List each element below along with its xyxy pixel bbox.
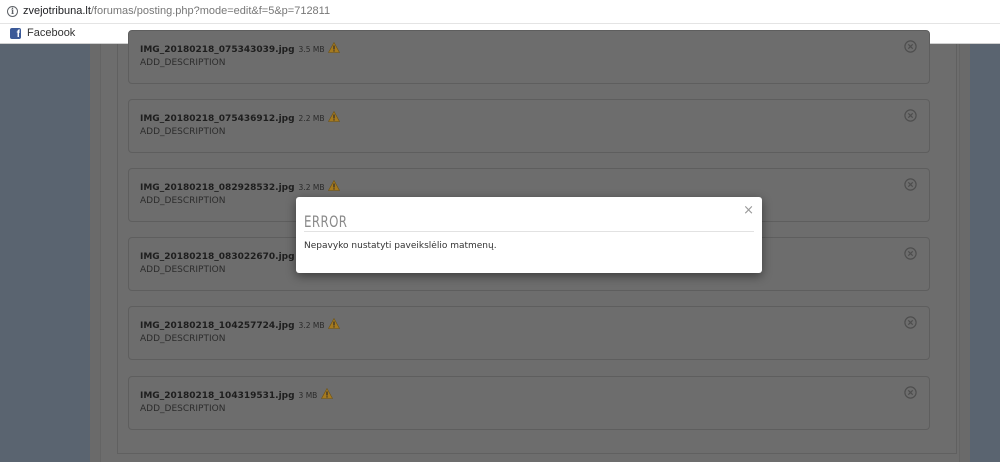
attachment-filename: IMG_20180218_083022670.jpg bbox=[140, 252, 295, 262]
bookmark-facebook[interactable]: Facebook bbox=[27, 27, 75, 39]
attachment-filename: IMG_20180218_075436912.jpg bbox=[140, 114, 295, 124]
attachment-size: 2.2 MB bbox=[298, 114, 325, 123]
warning-icon bbox=[328, 179, 341, 191]
warning-icon bbox=[328, 41, 341, 53]
attachment-filename: IMG_20180218_075343039.jpg bbox=[140, 45, 295, 55]
url-text[interactable]: zvejotribuna.lt/forumas/posting.php?mode… bbox=[23, 5, 330, 17]
remove-icon[interactable] bbox=[904, 316, 917, 329]
attachment-item: IMG_20180218_075436912.jpg 2.2 MB ADD_DESC… bbox=[128, 99, 930, 153]
close-icon[interactable]: × bbox=[743, 203, 754, 218]
remove-icon[interactable] bbox=[904, 247, 917, 260]
attachment-filename-row: IMG_20180218_075436912.jpg 2.2 MB bbox=[140, 110, 341, 124]
dialog-title: ERROR bbox=[304, 212, 348, 231]
error-dialog: ERROR × Nepavyko nustatyti paveikslėlio … bbox=[296, 197, 762, 273]
address-bar[interactable]: i zvejotribuna.lt/forumas/posting.php?mo… bbox=[0, 0, 1000, 24]
attachment-filename-row: IMG_20180218_104257724.jpg 3.2 MB bbox=[140, 317, 341, 331]
page-sidebar-right bbox=[970, 44, 1000, 462]
remove-icon[interactable] bbox=[904, 40, 917, 53]
url-host: zvejotribuna.lt bbox=[23, 5, 91, 17]
page-sidebar-left bbox=[0, 44, 90, 462]
dialog-message: Nepavyko nustatyti paveikslėlio matmenų. bbox=[304, 241, 497, 251]
attachment-item: IMG_20180218_104257724.jpg 3.2 MB ADD_DESC… bbox=[128, 306, 930, 360]
attachment-size: 3.2 MB bbox=[298, 321, 325, 330]
attachment-description[interactable]: ADD_DESCRIPTION bbox=[140, 196, 225, 206]
attachment-filename-row: IMG_20180218_104319531.jpg 3 MB bbox=[140, 387, 334, 401]
dialog-divider bbox=[304, 231, 754, 232]
facebook-icon: f bbox=[10, 28, 21, 39]
url-path: /forumas/posting.php?mode=edit&f=5&p=712… bbox=[90, 5, 331, 17]
attachment-description[interactable]: ADD_DESCRIPTION bbox=[140, 404, 225, 414]
warning-icon bbox=[321, 387, 334, 399]
attachment-size: 3.5 MB bbox=[298, 45, 325, 54]
warning-icon bbox=[328, 110, 341, 122]
attachment-filename-row: IMG_20180218_082928532.jpg 3.2 MB bbox=[140, 179, 341, 193]
remove-icon[interactable] bbox=[904, 109, 917, 122]
attachment-description[interactable]: ADD_DESCRIPTION bbox=[140, 265, 225, 275]
attachment-description[interactable]: ADD_DESCRIPTION bbox=[140, 127, 225, 137]
info-icon[interactable]: i bbox=[7, 6, 18, 17]
remove-icon[interactable] bbox=[904, 386, 917, 399]
remove-icon[interactable] bbox=[904, 178, 917, 191]
attachment-filename: IMG_20180218_104319531.jpg bbox=[140, 391, 295, 401]
attachment-description[interactable]: ADD_DESCRIPTION bbox=[140, 334, 225, 344]
attachment-filename: IMG_20180218_104257724.jpg bbox=[140, 321, 295, 331]
attachment-size: 3 MB bbox=[298, 391, 318, 400]
attachment-description[interactable]: ADD_DESCRIPTION bbox=[140, 58, 225, 68]
attachment-item: IMG_20180218_075343039.jpg 3.5 MB ADD_DESC… bbox=[128, 30, 930, 84]
attachment-filename-row: IMG_20180218_075343039.jpg 3.5 MB bbox=[140, 41, 341, 55]
attachment-size: 3.2 MB bbox=[298, 183, 325, 192]
attachment-item: IMG_20180218_104319531.jpg 3 MB ADD_DESCRI… bbox=[128, 376, 930, 430]
warning-icon bbox=[328, 317, 341, 329]
attachment-filename: IMG_20180218_082928532.jpg bbox=[140, 183, 295, 193]
